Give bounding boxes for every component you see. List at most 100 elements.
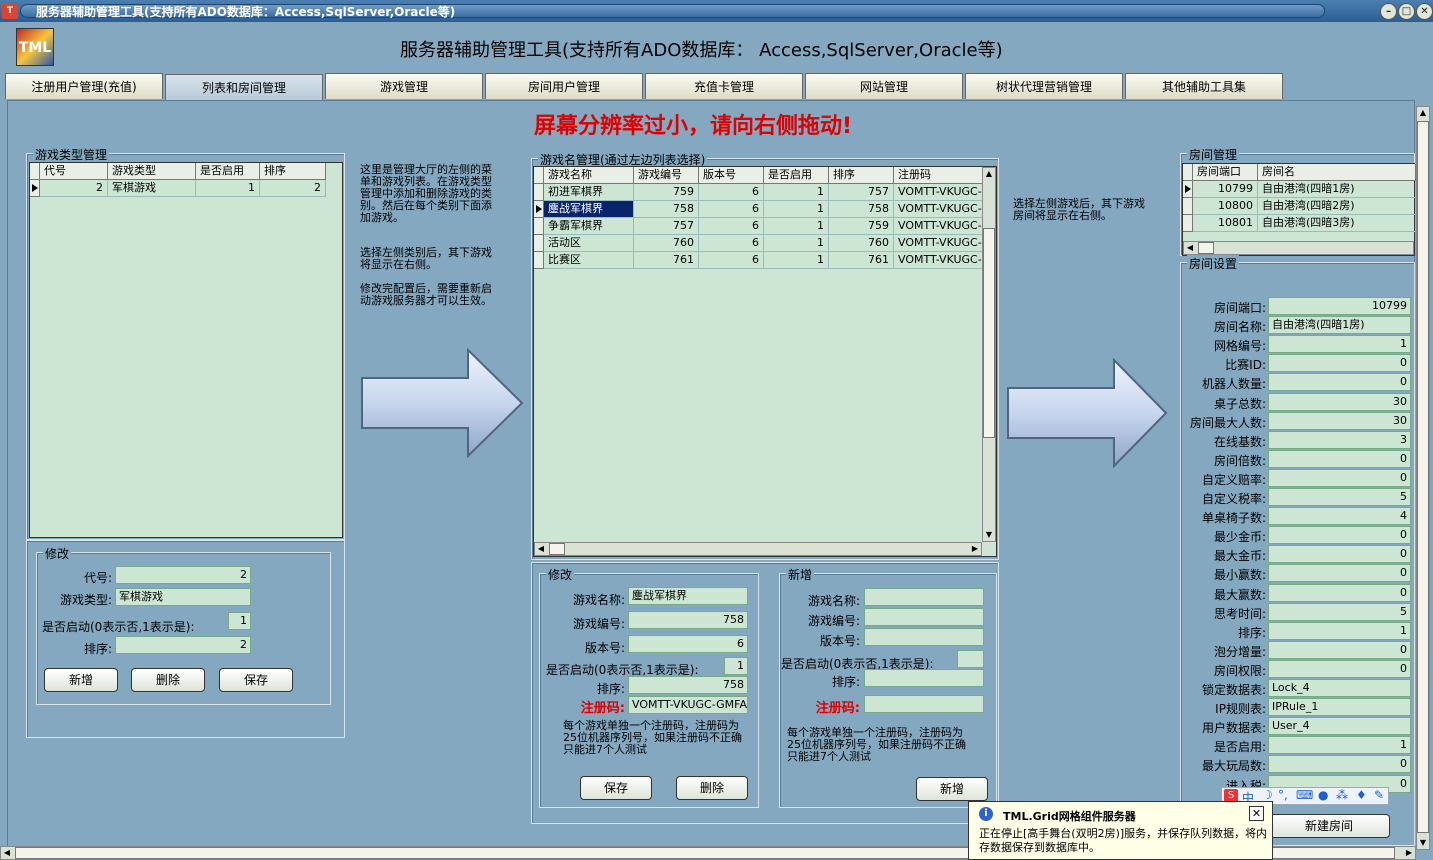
table-cell[interactable]: 1	[196, 180, 260, 197]
scroll-up-icon[interactable]: ▲	[983, 168, 995, 180]
game-code-field[interactable]: VOMTT-VKUGC-GMFAM-V.	[628, 696, 748, 714]
game-order-field[interactable]: 758	[628, 676, 748, 694]
table-cell[interactable]: 758	[829, 201, 894, 218]
room-field-input[interactable]: 自由港湾(四暗1房)	[1268, 316, 1411, 335]
new-game-code-field[interactable]	[864, 695, 984, 713]
room-field-input[interactable]: User_4	[1268, 717, 1411, 736]
table-cell[interactable]: 760	[829, 235, 894, 252]
game-save-button[interactable]: 保存	[580, 776, 652, 800]
table-cell[interactable]: 6	[699, 218, 764, 235]
type-delete-button[interactable]: 删除	[131, 668, 205, 692]
table-cell[interactable]: 6	[699, 184, 764, 201]
table-cell[interactable]: 鏖战军棋界	[544, 201, 634, 218]
game-ver-field[interactable]: 6	[628, 635, 748, 653]
tab-registered-users[interactable]: 注册用户管理(充值)	[5, 73, 163, 99]
type-add-button[interactable]: 新增	[44, 668, 118, 692]
table-cell[interactable]: 军棋游戏	[108, 180, 196, 197]
type-order-field[interactable]: 2	[115, 636, 251, 654]
room-field-input[interactable]: 0	[1268, 545, 1411, 564]
table-cell[interactable]: 6	[699, 201, 764, 218]
scroll-left-icon[interactable]: ◀	[1, 847, 13, 859]
room-field-input[interactable]: 0	[1268, 526, 1411, 545]
scroll-down-icon[interactable]: ▼	[1417, 837, 1429, 849]
hscroll-thumb[interactable]	[1198, 242, 1214, 254]
table-cell[interactable]: 比赛区	[544, 252, 634, 269]
table-cell[interactable]: 758	[634, 201, 699, 218]
table-cell[interactable]: 活动区	[544, 235, 634, 252]
room-grid[interactable]: 房间端口 房间名 10799 自由港湾(四暗1房) 10800 自由港湾(四暗2…	[1182, 163, 1416, 256]
col-header[interactable]: 注册码	[894, 167, 984, 184]
table-cell[interactable]: 2	[40, 180, 108, 197]
table-cell[interactable]: 2	[260, 180, 326, 197]
tab-list-room[interactable]: 列表和房间管理	[165, 74, 323, 100]
game-enabled-field[interactable]: 1	[724, 657, 748, 675]
room-field-input[interactable]: 0	[1268, 659, 1411, 678]
room-field-input[interactable]: 0	[1268, 564, 1411, 583]
table-cell[interactable]: 1	[764, 184, 829, 201]
tab-website[interactable]: 网站管理	[805, 73, 963, 99]
room-field-input[interactable]: 4	[1268, 507, 1411, 526]
game-add-button[interactable]: 新增	[916, 777, 988, 801]
table-cell[interactable]: VOMTT-VKUGC-GMI	[894, 252, 984, 269]
table-cell[interactable]: 自由港湾(四暗1房)	[1258, 181, 1416, 198]
new-game-name-field[interactable]	[864, 588, 984, 606]
close-icon[interactable]: ✕	[1249, 806, 1264, 821]
table-cell[interactable]: 6	[699, 252, 764, 269]
game-name-field[interactable]: 鏖战军棋界	[628, 587, 748, 605]
table-cell[interactable]: VOMTT-VKUGC-GMI	[894, 218, 984, 235]
room-field-input[interactable]: 0	[1268, 640, 1411, 659]
skin-icon[interactable]: ♦	[1356, 788, 1367, 802]
tab-tools[interactable]: 其他辅助工具集	[1125, 73, 1283, 99]
game-name-grid[interactable]: 游戏名称 游戏编号 版本号 是否启用 排序 注册码 初进军棋界 759 6 1 …	[533, 166, 997, 557]
new-game-order-field[interactable]	[864, 669, 984, 687]
tab-game[interactable]: 游戏管理	[325, 73, 483, 99]
table-cell[interactable]: 1	[764, 252, 829, 269]
type-enabled-field[interactable]: 1	[228, 612, 251, 630]
col-header[interactable]: 房间端口	[1193, 164, 1258, 181]
minimize-icon[interactable]: –	[1380, 3, 1397, 20]
new-room-button[interactable]: 新建房间	[1268, 814, 1390, 838]
close-icon[interactable]: ✕	[1416, 3, 1433, 20]
col-header[interactable]: 代号	[40, 163, 108, 180]
table-cell[interactable]: 10799	[1193, 181, 1258, 198]
table-cell[interactable]: 1	[764, 235, 829, 252]
table-cell[interactable]: 1	[764, 218, 829, 235]
room-field-input[interactable]: 1	[1268, 736, 1411, 755]
new-game-ver-field[interactable]	[864, 628, 984, 646]
table-cell[interactable]: 761	[634, 252, 699, 269]
game-grid-vscroll[interactable]: ▲ ▼	[982, 167, 996, 542]
col-header[interactable]: 是否启用	[764, 167, 829, 184]
room-field-input[interactable]: 0	[1268, 449, 1411, 468]
room-field-input[interactable]: 0	[1268, 354, 1411, 373]
vscroll-thumb[interactable]	[1417, 121, 1429, 833]
col-header[interactable]: 排序	[829, 167, 894, 184]
room-field-input[interactable]: 0	[1268, 468, 1411, 487]
col-header[interactable]: 游戏类型	[108, 163, 196, 180]
table-cell[interactable]: 759	[634, 184, 699, 201]
room-field-input[interactable]: 0	[1268, 373, 1411, 392]
type-id-field[interactable]: 2	[115, 566, 251, 584]
hscroll-thumb[interactable]	[549, 543, 565, 555]
room-field-input[interactable]: 5	[1268, 602, 1411, 621]
table-cell[interactable]: 自由港湾(四暗3房)	[1258, 215, 1416, 232]
tab-room-users[interactable]: 房间用户管理	[485, 73, 643, 99]
room-field-input[interactable]: 0	[1268, 583, 1411, 602]
table-cell[interactable]: 初进军棋界	[544, 184, 634, 201]
scroll-left-icon[interactable]: ◀	[535, 543, 547, 555]
table-cell[interactable]: 760	[634, 235, 699, 252]
apps-icon[interactable]: ⁂	[1336, 788, 1348, 802]
table-cell[interactable]: 757	[829, 184, 894, 201]
new-game-enabled-field[interactable]	[957, 650, 984, 668]
room-field-input[interactable]: 5	[1268, 488, 1411, 506]
room-field-input[interactable]: IPRule_1	[1268, 698, 1411, 717]
type-save-button[interactable]: 保存	[219, 668, 293, 692]
scroll-left-icon[interactable]: ◀	[1184, 242, 1196, 254]
table-cell[interactable]: 10800	[1193, 198, 1258, 215]
col-header[interactable]: 是否启用	[196, 163, 260, 180]
col-header[interactable]: 游戏名称	[544, 167, 634, 184]
table-cell[interactable]: 6	[699, 235, 764, 252]
col-header[interactable]: 版本号	[699, 167, 764, 184]
game-grid-hscroll[interactable]: ◀ ▶	[534, 542, 982, 556]
table-cell[interactable]: VOMTT-VKUGC-GMI	[894, 184, 984, 201]
room-field-input[interactable]: 0	[1268, 755, 1411, 774]
